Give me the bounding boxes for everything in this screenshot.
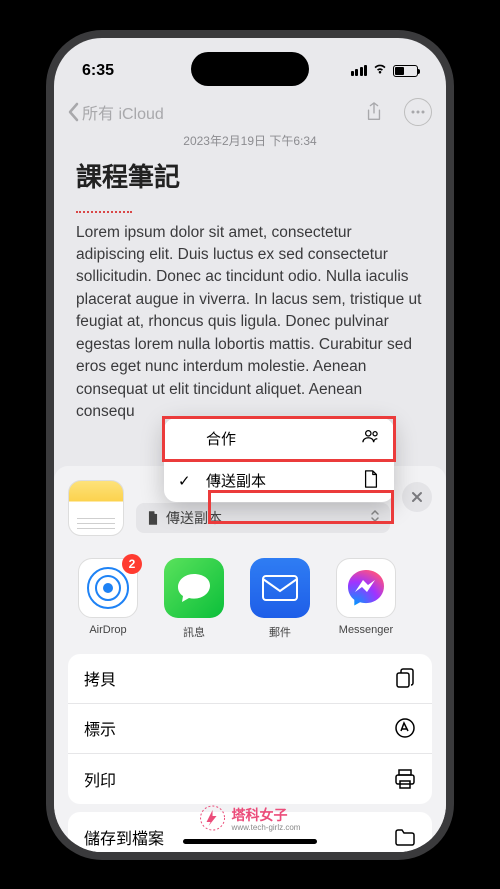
action-print[interactable]: 列印 xyxy=(68,754,432,804)
back-button[interactable]: 所有 iCloud xyxy=(68,100,164,124)
document-icon xyxy=(146,511,160,525)
messages-icon xyxy=(176,572,212,604)
dropdown-item-collaborate[interactable]: 合作 xyxy=(164,418,394,460)
app-messages[interactable]: 訊息 xyxy=(158,558,230,640)
airdrop-badge: 2 xyxy=(122,554,142,574)
phone-frame: 6:35 所有 iCloud 2023年2月19日 下午6:34 課程筆記 Lo… xyxy=(46,30,454,860)
note-body[interactable]: Lorem ipsum dolor sit amet, consectetur … xyxy=(54,218,446,424)
battery-icon xyxy=(393,65,418,77)
airdrop-icon xyxy=(87,567,129,609)
notes-app-icon xyxy=(68,480,124,536)
share-mode-dropdown: 合作 ✓ 傳送副本 xyxy=(164,418,394,502)
app-messenger[interactable]: Messenger xyxy=(330,558,402,640)
app-mail[interactable]: 郵件 xyxy=(244,558,316,640)
document-icon xyxy=(362,470,380,492)
home-indicator[interactable] xyxy=(183,839,317,844)
status-icons xyxy=(351,62,419,80)
print-icon xyxy=(394,768,416,790)
share-apps-row[interactable]: 2 AirDrop 訊息 郵件 Messenger xyxy=(68,552,432,654)
mode-label: 傳送副本 xyxy=(166,508,364,528)
more-icon[interactable] xyxy=(404,98,432,126)
watermark-icon xyxy=(200,805,226,831)
dynamic-island xyxy=(191,52,309,86)
spelling-underline xyxy=(54,200,446,218)
screen: 6:35 所有 iCloud 2023年2月19日 下午6:34 課程筆記 Lo… xyxy=(54,38,446,852)
copy-icon xyxy=(394,667,416,689)
check-icon: ✓ xyxy=(178,472,194,490)
dropdown-label: 合作 xyxy=(206,428,236,449)
signal-icon xyxy=(351,65,368,76)
note-timestamp: 2023年2月19日 下午6:34 xyxy=(54,132,446,149)
messenger-icon xyxy=(345,567,387,609)
back-label: 所有 iCloud xyxy=(82,100,164,124)
mode-selector[interactable]: 傳送副本 xyxy=(136,503,390,533)
markup-icon xyxy=(394,717,416,739)
actions-group-1: 拷貝 標示 列印 xyxy=(68,654,432,804)
dropdown-label: 傳送副本 xyxy=(206,470,266,491)
folder-icon xyxy=(394,826,416,848)
dropdown-item-sendcopy[interactable]: ✓ 傳送副本 xyxy=(164,460,394,502)
chevron-updown-icon xyxy=(370,509,380,526)
people-icon xyxy=(362,427,380,449)
action-markup[interactable]: 標示 xyxy=(68,704,432,754)
wifi-icon xyxy=(372,62,388,80)
close-button[interactable] xyxy=(402,482,432,512)
share-icon[interactable] xyxy=(360,98,388,126)
note-title[interactable]: 課程筆記 xyxy=(54,157,446,200)
app-airdrop[interactable]: 2 AirDrop xyxy=(72,558,144,640)
mail-icon xyxy=(261,574,299,602)
share-sheet: 傳送副本 2 AirDrop 訊息 郵件 Messenger 拷貝 標示 xyxy=(54,466,446,852)
action-copy[interactable]: 拷貝 xyxy=(68,654,432,704)
watermark: 塔科女子www.tech-girlz.com xyxy=(200,805,301,832)
nav-bar: 所有 iCloud xyxy=(54,92,446,132)
status-time: 6:35 xyxy=(82,62,114,80)
